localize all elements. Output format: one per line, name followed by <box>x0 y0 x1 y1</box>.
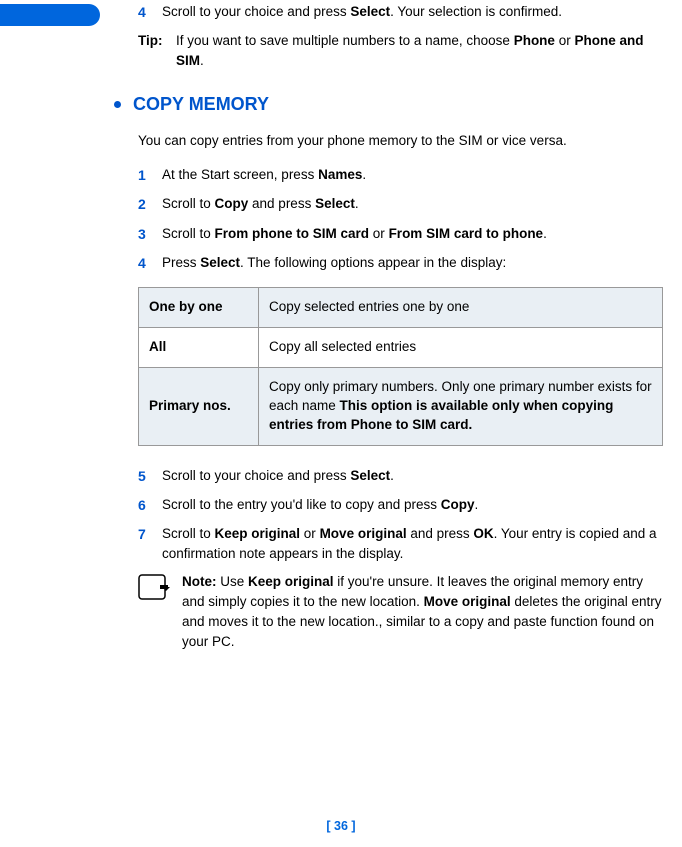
bold: Phone <box>514 33 555 48</box>
text: . <box>355 196 359 211</box>
text: Scroll to your choice and press <box>162 468 350 483</box>
bold: From phone to SIM card <box>215 226 370 241</box>
option-name: One by one <box>139 288 259 328</box>
tip-label: Tip: <box>138 31 176 70</box>
text: or <box>300 526 320 541</box>
text: Use <box>217 574 249 589</box>
text: . <box>200 53 204 68</box>
table-row: One by one Copy selected entries one by … <box>139 288 663 328</box>
step-number: 7 <box>138 524 162 563</box>
table-row: Primary nos. Copy only primary numbers. … <box>139 367 663 445</box>
bold: OK <box>473 526 493 541</box>
text: and press <box>248 196 315 211</box>
text: Scroll to the entry you'd like to copy a… <box>162 497 441 512</box>
step-text: Scroll to your choice and press Select. … <box>162 2 664 22</box>
bold: Names <box>318 167 362 182</box>
page-content: 4 Scroll to your choice and press Select… <box>0 0 682 662</box>
text: At the Start screen, press <box>162 167 318 182</box>
text: Scroll to <box>162 226 215 241</box>
step-number: 2 <box>138 194 162 214</box>
text: . <box>362 167 366 182</box>
option-name: All <box>139 328 259 368</box>
bold: Note: <box>182 574 217 589</box>
option-name: Primary nos. <box>139 367 259 445</box>
step-number: 3 <box>138 224 162 244</box>
step-text: Scroll to your choice and press Select. <box>162 466 664 486</box>
tip-block: Tip: If you want to save multiple number… <box>138 31 664 70</box>
note-icon <box>138 574 172 604</box>
step-text: At the Start screen, press Names. <box>162 165 664 185</box>
note-block: Note: Use Keep original if you're unsure… <box>138 572 664 652</box>
bold: Keep original <box>215 526 301 541</box>
step-number: 1 <box>138 165 162 185</box>
step-text: Scroll to Copy and press Select. <box>162 194 664 214</box>
bold: Copy <box>215 196 249 211</box>
step-number: 4 <box>138 253 162 273</box>
text: Press <box>162 255 200 270</box>
text: If you want to save multiple numbers to … <box>176 33 514 48</box>
bold: Copy <box>441 497 475 512</box>
option-desc: Copy only primary numbers. Only one prim… <box>259 367 663 445</box>
note-text: Note: Use Keep original if you're unsure… <box>182 572 664 652</box>
text: . <box>390 468 394 483</box>
step-item: 2 Scroll to Copy and press Select. <box>138 194 664 214</box>
option-desc: Copy all selected entries <box>259 328 663 368</box>
text: . The following options appear in the di… <box>240 255 506 270</box>
step-number: 5 <box>138 466 162 486</box>
step-text: Press Select. The following options appe… <box>162 253 664 273</box>
step-item: 4 Press Select. The following options ap… <box>138 253 664 273</box>
text: . <box>543 226 547 241</box>
bold: Select <box>200 255 240 270</box>
step-text: Scroll to the entry you'd like to copy a… <box>162 495 664 515</box>
text: or <box>369 226 389 241</box>
step-item: 4 Scroll to your choice and press Select… <box>138 2 664 22</box>
text: and press <box>407 526 474 541</box>
step-item: 5 Scroll to your choice and press Select… <box>138 466 664 486</box>
option-desc: Copy selected entries one by one <box>259 288 663 328</box>
text: . <box>474 497 478 512</box>
section-tab-marker <box>0 4 100 26</box>
step-number: 6 <box>138 495 162 515</box>
bold: Move original <box>424 594 511 609</box>
bold: Select <box>350 4 390 19</box>
step-item: 6 Scroll to the entry you'd like to copy… <box>138 495 664 515</box>
section-title: COPY MEMORY <box>133 94 269 115</box>
bold: Move original <box>320 526 407 541</box>
text: . Your selection is confirmed. <box>390 4 562 19</box>
step-text: Scroll to Keep original or Move original… <box>162 524 664 563</box>
bold: From SIM card to phone <box>389 226 544 241</box>
bold: Select <box>350 468 390 483</box>
section-heading: COPY MEMORY <box>114 94 664 115</box>
text: Scroll to <box>162 196 215 211</box>
options-table: One by one Copy selected entries one by … <box>138 287 663 445</box>
step-item: 7 Scroll to Keep original or Move origin… <box>138 524 664 563</box>
text: or <box>555 33 575 48</box>
step-item: 1 At the Start screen, press Names. <box>138 165 664 185</box>
step-number: 4 <box>138 2 162 22</box>
text: Scroll to <box>162 526 215 541</box>
bullet-icon <box>114 101 121 108</box>
intro-text: You can copy entries from your phone mem… <box>138 131 664 151</box>
table-row: All Copy all selected entries <box>139 328 663 368</box>
page-number: [ 36 ] <box>0 819 682 833</box>
bold: Select <box>315 196 355 211</box>
step-text: Scroll to From phone to SIM card or From… <box>162 224 664 244</box>
text: Scroll to your choice and press <box>162 4 350 19</box>
tip-text: If you want to save multiple numbers to … <box>176 31 664 70</box>
bold: Keep original <box>248 574 334 589</box>
step-item: 3 Scroll to From phone to SIM card or Fr… <box>138 224 664 244</box>
